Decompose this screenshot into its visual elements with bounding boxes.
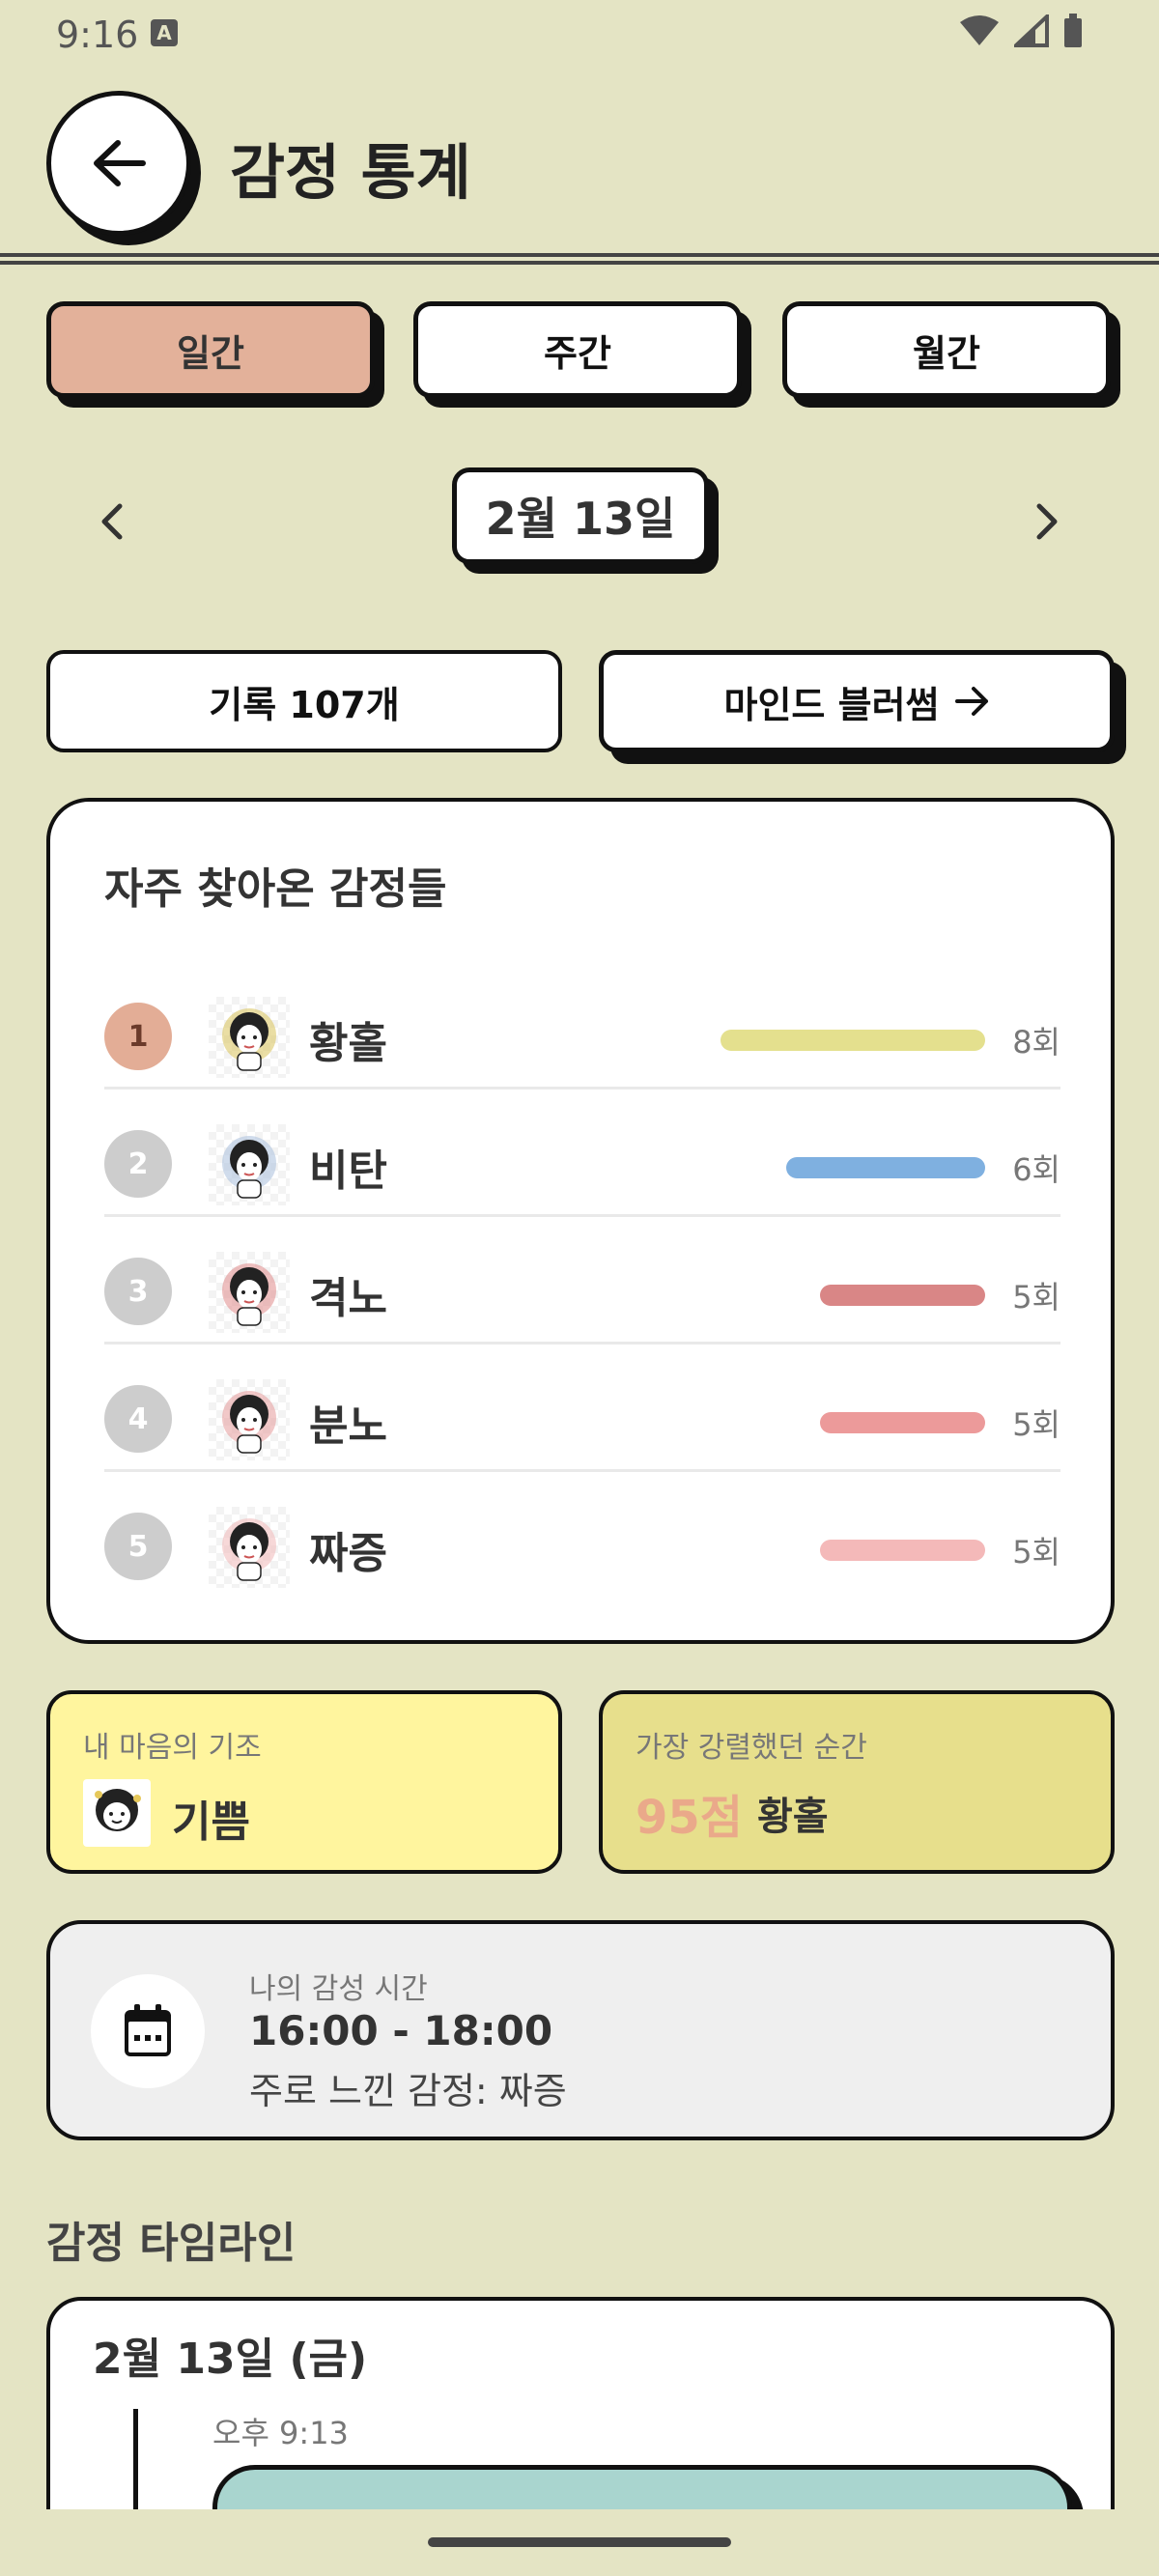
emotion-row: 2 비탄 6회 (104, 1090, 1060, 1217)
emotion-count: 8회 (1012, 1024, 1060, 1061)
emotion-count: 5회 (1012, 1534, 1060, 1571)
emotion-frequency-bar (820, 1285, 985, 1306)
arrow-right-icon (954, 687, 988, 716)
emotion-count: 6회 (1012, 1151, 1060, 1188)
emotion-row: 4 분노 5회 (104, 1345, 1060, 1472)
sensitive-time-value: 16:00 - 18:00 (249, 2007, 553, 2054)
status-time: 9:16 (56, 14, 139, 56)
emotion-avatar (209, 1252, 290, 1333)
page-title: 감정 통계 (230, 137, 471, 208)
emotion-avatar (209, 997, 290, 1078)
date-selector[interactable]: 2월 13일 (452, 467, 709, 564)
peak-emotion: 황홀 (757, 1795, 829, 1839)
notification-icon: A (151, 19, 178, 46)
chevron-right-icon (1036, 503, 1058, 540)
status-icons (958, 14, 1084, 48)
emotion-row: 5 짜증 5회 (104, 1472, 1060, 1599)
emotion-avatar (209, 1507, 290, 1588)
sensitive-time-label: 나의 감성 시간 (249, 1972, 428, 2006)
tab-daily[interactable]: 일간 (46, 301, 375, 398)
mind-base-card: 내 마음의 기조 기쁨 (46, 1690, 562, 1874)
mind-blossom-button[interactable]: 마인드 블러썸 (599, 650, 1115, 752)
wifi-icon (960, 15, 999, 45)
emotion-avatar (209, 1124, 290, 1205)
arrow-left-icon (94, 140, 146, 186)
sensitive-time-emotion: 주로 느낀 감정: 짜증 (249, 2070, 567, 2112)
frequent-emotions-card: 자주 찾아온 감정들 1 황홀 8회 2 비탄 6회 3 격노 5회 4 분노 5회 5 짜증 5회 (46, 798, 1115, 1644)
emotion-frequency-bar (721, 1030, 985, 1051)
chevron-left-icon (101, 503, 123, 540)
emotion-avatar (209, 1379, 290, 1460)
card-title: 자주 찾아온 감정들 (104, 864, 447, 914)
records-count-button[interactable]: 기록 107개 (46, 650, 562, 752)
signal-icon (1014, 14, 1049, 47)
emotion-avatar (83, 1779, 151, 1847)
timeline-date: 2월 13일 (금) (93, 2335, 368, 2384)
mind-base-value: 기쁨 (172, 1798, 250, 1847)
peak-moment-label: 가장 강렬했던 순간 (636, 1731, 867, 1765)
emotion-count: 5회 (1012, 1279, 1060, 1316)
prev-date-button[interactable] (73, 483, 151, 560)
emotion-name: 비탄 (309, 1146, 387, 1196)
rank-badge: 4 (104, 1385, 172, 1453)
back-button[interactable] (46, 91, 191, 236)
peak-moment-card: 가장 강렬했던 순간 95점 황홀 (599, 1690, 1115, 1874)
timeline-entry-time: 오후 9:13 (212, 2415, 349, 2451)
sensitive-time-card: 나의 감성 시간 16:00 - 18:00 주로 느낀 감정: 짜증 (46, 1920, 1115, 2140)
rank-badge: 3 (104, 1258, 172, 1325)
tab-monthly[interactable]: 월간 (782, 301, 1111, 398)
timeline-heading: 감정 타임라인 (46, 2219, 297, 2268)
rank-badge: 1 (104, 1003, 172, 1070)
battery-icon (1064, 14, 1082, 47)
mind-blossom-label: 마인드 블러썸 (723, 683, 940, 726)
next-date-button[interactable] (1008, 483, 1086, 560)
emotion-name: 분노 (309, 1401, 387, 1451)
emotion-count: 5회 (1012, 1406, 1060, 1443)
home-indicator[interactable] (428, 2537, 731, 2547)
rank-badge: 5 (104, 1513, 172, 1580)
emotion-name: 짜증 (309, 1529, 387, 1578)
emotion-frequency-bar (820, 1412, 985, 1433)
emotion-row: 1 황홀 8회 (104, 962, 1060, 1090)
emotion-frequency-bar (820, 1540, 985, 1561)
emotion-name: 격노 (309, 1274, 387, 1323)
emotion-frequency-bar (786, 1157, 985, 1178)
tab-weekly[interactable]: 주간 (413, 301, 742, 398)
emotion-row: 3 격노 5회 (104, 1217, 1060, 1345)
emotion-name: 황홀 (309, 1019, 387, 1068)
header-divider (0, 253, 1159, 265)
peak-score: 95점 (636, 1791, 743, 1845)
mind-base-label: 내 마음의 기조 (83, 1731, 262, 1765)
calendar-icon (125, 2004, 171, 2056)
rank-badge: 2 (104, 1130, 172, 1198)
calendar-icon-wrap (91, 1974, 205, 2088)
